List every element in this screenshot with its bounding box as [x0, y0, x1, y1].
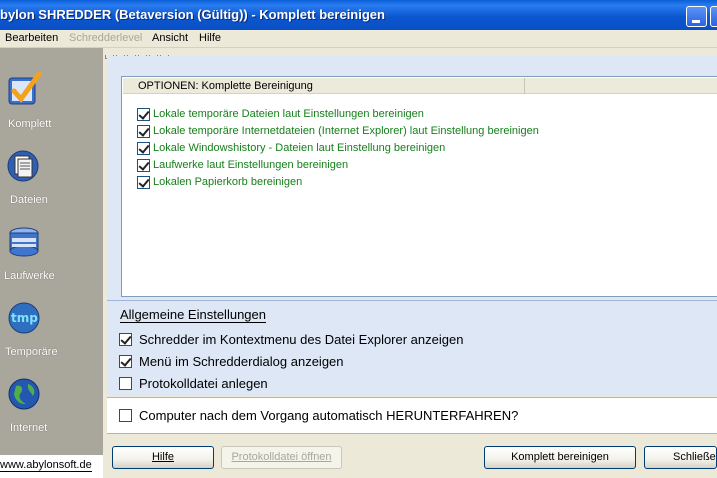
option-label: Protokolldatei anlegen	[139, 376, 268, 391]
checkbox[interactable]	[137, 142, 150, 155]
list-item-label: Lokalen Papierkorb bereinigen	[153, 176, 303, 188]
close-button-label: Schließen	[673, 451, 716, 463]
sidebar-item-dateien[interactable]: Dateien	[0, 148, 103, 224]
title-bar[interactable]: bylon SHREDDER (Betaversion (Gültig)) - …	[0, 0, 717, 30]
menu-bar: Bearbeiten Schredderlevel Ansicht Hilfe	[0, 30, 717, 48]
files-icon	[7, 150, 39, 182]
option-label: Menü im Schredderdialog anzeigen	[139, 354, 344, 369]
website-link[interactable]: www.abylonsoft.de	[0, 455, 103, 478]
column-header-options[interactable]: OPTIONEN: Komplette Bereinigung	[123, 78, 525, 94]
checkbox[interactable]	[137, 125, 150, 138]
svg-text:tmp: tmp	[11, 311, 38, 325]
minimize-button[interactable]	[686, 6, 707, 27]
window-title: bylon SHREDDER (Betaversion (Gültig)) - …	[0, 7, 385, 22]
close-button[interactable]: Schließen	[644, 446, 717, 469]
checkbox[interactable]	[137, 108, 150, 121]
menu-bearbeiten[interactable]: Bearbeiten	[5, 32, 58, 44]
option-label: Computer nach dem Vorgang automatisch HE…	[139, 408, 519, 423]
sidebar: Komplett Dateien Laufwerke tmp Temporäre	[0, 48, 103, 478]
tmp-icon: tmp	[8, 302, 40, 334]
sidebar-item-temporaere[interactable]: tmp Temporäre	[0, 300, 103, 376]
menu-schredderlevel[interactable]: Schredderlevel	[69, 32, 142, 44]
globe-icon	[8, 378, 40, 410]
sidebar-item-komplett[interactable]: Komplett	[0, 72, 103, 148]
checkbox[interactable]	[137, 159, 150, 172]
shutdown-panel: Computer nach dem Vorgang automatisch HE…	[107, 397, 717, 434]
list-item-label: Lokale temporäre Internetdateien (Intern…	[153, 125, 539, 137]
list-item-label: Laufwerke laut Einstellungen bereinigen	[153, 159, 349, 171]
menu-ansicht[interactable]: Ansicht	[152, 32, 188, 44]
option-label: Schredder im Kontextmenu des Datei Explo…	[139, 332, 464, 347]
website-link-text[interactable]: www.abylonsoft.de	[0, 459, 92, 472]
main-area: OPTIONEN: Komplette Bereinigung Lokale t…	[104, 48, 717, 478]
clean-all-button-label: Komplett bereinigen	[511, 451, 609, 463]
sidebar-item-label: Dateien	[10, 194, 48, 206]
drive-icon	[9, 227, 39, 257]
menu-hilfe[interactable]: Hilfe	[199, 32, 221, 44]
tab-strip	[105, 48, 171, 59]
sidebar-item-label: Temporäre	[5, 346, 58, 358]
help-button-label: Hilfe	[151, 451, 174, 463]
options-panel: OPTIONEN: Komplette Bereinigung Lokale t…	[107, 56, 717, 300]
help-button[interactable]: Hilfe	[112, 446, 214, 469]
options-list[interactable]: OPTIONEN: Komplette Bereinigung Lokale t…	[121, 76, 717, 297]
sidebar-item-label: Internet	[10, 422, 48, 434]
general-settings-title: Allgemeine Einstellungen	[120, 307, 266, 323]
open-log-button-label: Protokolldatei öffnen	[231, 451, 332, 463]
checkmark-icon	[8, 72, 42, 105]
general-settings-title-text: Allgemeine Einstellungen	[120, 307, 266, 323]
sidebar-item-laufwerke[interactable]: Laufwerke	[0, 224, 103, 300]
general-settings-panel: Allgemeine Einstellungen Schredder im Ko…	[107, 300, 717, 396]
list-header: OPTIONEN: Komplette Bereinigung	[123, 78, 717, 94]
list-item-label: Lokale Windowshistory - Dateien laut Ein…	[153, 142, 446, 154]
list-item-label: Lokale temporäre Dateien laut Einstellun…	[153, 108, 424, 120]
open-log-button[interactable]: Protokolldatei öffnen	[221, 446, 342, 469]
clean-all-button[interactable]: Komplett bereinigen	[484, 446, 636, 469]
checkbox[interactable]	[119, 409, 132, 422]
checkbox[interactable]	[119, 377, 132, 390]
checkbox[interactable]	[119, 355, 132, 368]
maximize-button[interactable]	[710, 6, 717, 27]
sidebar-item-internet[interactable]: Internet	[0, 376, 103, 452]
checkbox[interactable]	[137, 176, 150, 189]
sidebar-item-label: Laufwerke	[4, 270, 55, 282]
checkbox[interactable]	[119, 333, 132, 346]
sidebar-item-label: Komplett	[8, 118, 52, 130]
